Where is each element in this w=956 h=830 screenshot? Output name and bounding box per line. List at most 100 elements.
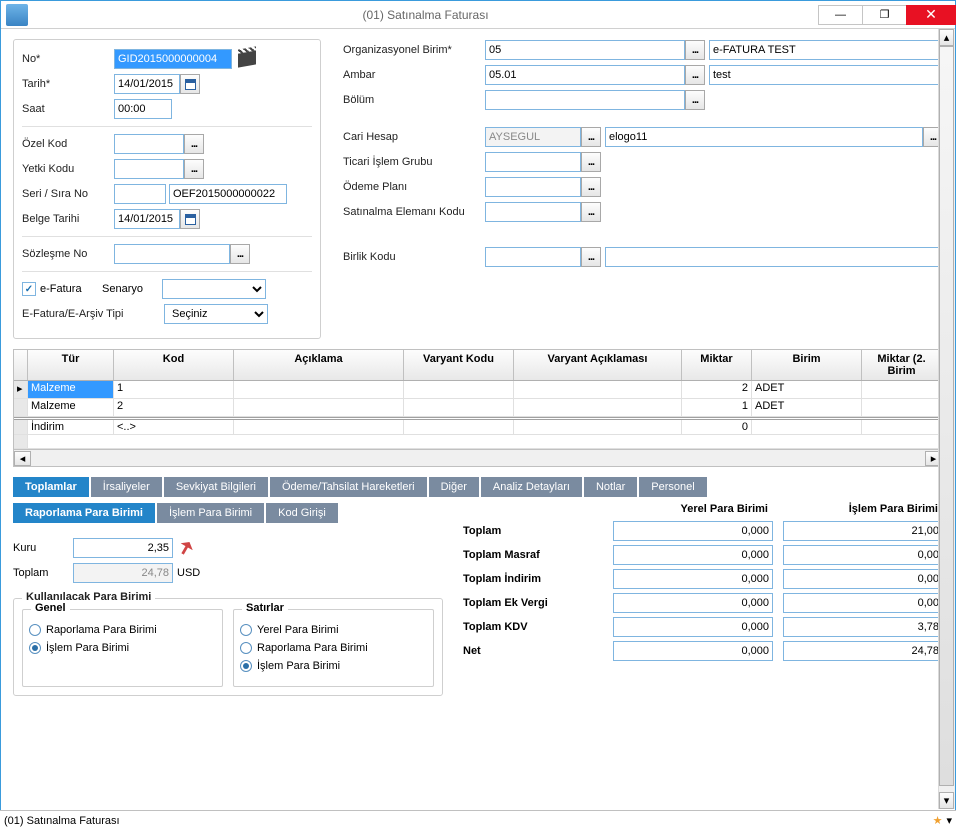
minimize-button[interactable]: — <box>818 5 863 25</box>
total-yerel-input[interactable] <box>613 545 773 565</box>
vertical-scrollbar[interactable]: ▴ ▾ <box>938 29 955 809</box>
subtab-raporlama[interactable]: Raporlama Para Birimi <box>13 503 155 523</box>
col-aciklama[interactable]: Açıklama <box>234 350 404 380</box>
seri-input[interactable] <box>114 184 166 204</box>
ambar-label: Ambar <box>343 69 485 81</box>
orgbirim-code-input[interactable] <box>485 40 685 60</box>
tarih-label: Tarih* <box>22 78 114 90</box>
carihesap-desc-input[interactable] <box>605 127 923 147</box>
sira-input[interactable] <box>169 184 287 204</box>
satirlar-radio-islem[interactable]: İşlem Para Birimi <box>240 660 427 672</box>
ozelkod-input[interactable] <box>114 134 184 154</box>
scroll-down-icon[interactable]: ▾ <box>939 792 954 809</box>
total-yerel-input[interactable] <box>613 593 773 613</box>
bolum-label: Bölüm <box>343 94 485 106</box>
col-miktar2[interactable]: Miktar (2. Birim <box>862 350 942 380</box>
belgetarihi-picker-button[interactable] <box>180 209 200 229</box>
total-islem-input[interactable] <box>783 569 943 589</box>
satinalmaelemani-input[interactable] <box>485 202 581 222</box>
yetkikodu-lookup-button[interactable]: ... <box>184 159 204 179</box>
lines-grid[interactable]: Tür Kod Açıklama Varyant Kodu Varyant Aç… <box>13 349 943 467</box>
total-yerel-input[interactable] <box>613 569 773 589</box>
carihesap-code-input[interactable] <box>485 127 581 147</box>
belgetarihi-input[interactable] <box>114 209 180 229</box>
total-islem-input[interactable] <box>783 617 943 637</box>
scroll-up-icon[interactable]: ▴ <box>939 29 954 46</box>
grid-body[interactable]: ▸ Malzeme 1 2 ADET Malzeme 2 1 ADET <box>14 381 942 449</box>
satinalmaelemani-lookup-button[interactable]: ... <box>581 202 601 222</box>
sozlesme-lookup-button[interactable]: ... <box>230 244 250 264</box>
saat-input[interactable] <box>114 99 172 119</box>
orgbirim-lookup-button[interactable]: ... <box>685 40 705 60</box>
satirlar-radio-yerel[interactable]: Yerel Para Birimi <box>240 624 427 636</box>
col-varyantacik[interactable]: Varyant Açıklaması <box>514 350 682 380</box>
birlikkodu-input[interactable] <box>485 247 581 267</box>
birlikkodu-lookup-button[interactable]: ... <box>581 247 601 267</box>
total-islem-input[interactable] <box>783 521 943 541</box>
total-islem-input[interactable] <box>783 593 943 613</box>
total-yerel-input[interactable] <box>613 617 773 637</box>
sozlesme-input[interactable] <box>114 244 230 264</box>
col-varyantkodu[interactable]: Varyant Kodu <box>404 350 514 380</box>
birlikkodu-desc-input[interactable] <box>605 247 943 267</box>
pin-icon[interactable] <box>176 538 195 557</box>
tab-analiz[interactable]: Analiz Detayları <box>481 477 582 497</box>
subtab-islem[interactable]: İşlem Para Birimi <box>157 503 264 523</box>
odemeplani-input[interactable] <box>485 177 581 197</box>
scroll-thumb[interactable] <box>939 46 954 786</box>
ticariislem-input[interactable] <box>485 152 581 172</box>
genel-radio-raporlama[interactable]: Raporlama Para Birimi <box>29 624 216 636</box>
yetkikodu-input[interactable] <box>114 159 184 179</box>
tab-diger[interactable]: Diğer <box>429 477 479 497</box>
grid-hscroll[interactable]: ◂ ▸ <box>14 449 942 466</box>
grid-header: Tür Kod Açıklama Varyant Kodu Varyant Aç… <box>14 350 942 381</box>
tab-sevkiyat[interactable]: Sevkiyat Bilgileri <box>164 477 268 497</box>
bolum-lookup-button[interactable]: ... <box>685 90 705 110</box>
col-miktar[interactable]: Miktar <box>682 350 752 380</box>
odemeplani-lookup-button[interactable]: ... <box>581 177 601 197</box>
total-islem-input[interactable] <box>783 545 943 565</box>
dropdown-icon[interactable]: ▾ <box>946 814 952 827</box>
tab-irsaliyeler[interactable]: İrsaliyeler <box>91 477 162 497</box>
maximize-button[interactable]: ❐ <box>862 5 907 25</box>
senaryo-select[interactable] <box>162 279 266 299</box>
close-button[interactable]: ✕ <box>906 5 956 25</box>
discount-row[interactable]: İndirim <..> 0 <box>14 417 942 435</box>
total-row: Toplam Ek Vergi <box>463 593 943 613</box>
tab-toplamlar[interactable]: Toplamlar <box>13 477 89 497</box>
bolum-code-input[interactable] <box>485 90 685 110</box>
star-icon[interactable]: ★ <box>933 814 943 827</box>
total-yerel-input[interactable] <box>613 521 773 541</box>
app-icon <box>6 4 28 26</box>
tab-odeme[interactable]: Ödeme/Tahsilat Hareketleri <box>270 477 427 497</box>
total-islem-input[interactable] <box>783 641 943 661</box>
table-row[interactable]: ▸ Malzeme 1 2 ADET <box>14 381 942 399</box>
subtab-kodgirisi[interactable]: Kod Girişi <box>266 503 338 523</box>
clapper-icon[interactable] <box>238 50 256 67</box>
scroll-left-icon[interactable]: ◂ <box>14 451 31 466</box>
ambar-code-input[interactable] <box>485 65 685 85</box>
col-birim[interactable]: Birim <box>752 350 862 380</box>
col-kod[interactable]: Kod <box>114 350 234 380</box>
table-row[interactable]: Malzeme 2 1 ADET <box>14 399 942 417</box>
tarih-input[interactable] <box>114 74 180 94</box>
carihesap-lookup-button[interactable]: ... <box>581 127 601 147</box>
genel-radio-islem[interactable]: İşlem Para Birimi <box>29 642 216 654</box>
tab-personel[interactable]: Personel <box>639 477 706 497</box>
total-yerel-input[interactable] <box>613 641 773 661</box>
satirlar-radio-raporlama[interactable]: Raporlama Para Birimi <box>240 642 427 654</box>
ticariislem-lookup-button[interactable]: ... <box>581 152 601 172</box>
orgbirim-desc-input[interactable] <box>709 40 943 60</box>
ambar-desc-input[interactable] <box>709 65 943 85</box>
no-input[interactable] <box>114 49 232 69</box>
col-tur[interactable]: Tür <box>28 350 114 380</box>
total-label: Toplam <box>463 525 603 537</box>
tab-notlar[interactable]: Notlar <box>584 477 637 497</box>
tarih-picker-button[interactable] <box>180 74 200 94</box>
window-title: (01) Satınalma Faturası <box>33 8 818 22</box>
ambar-lookup-button[interactable]: ... <box>685 65 705 85</box>
efatura-checkbox[interactable] <box>22 282 36 296</box>
earsivetipi-select[interactable]: Seçiniz <box>164 304 268 324</box>
kuru-input[interactable] <box>73 538 173 558</box>
ozelkod-lookup-button[interactable]: ... <box>184 134 204 154</box>
